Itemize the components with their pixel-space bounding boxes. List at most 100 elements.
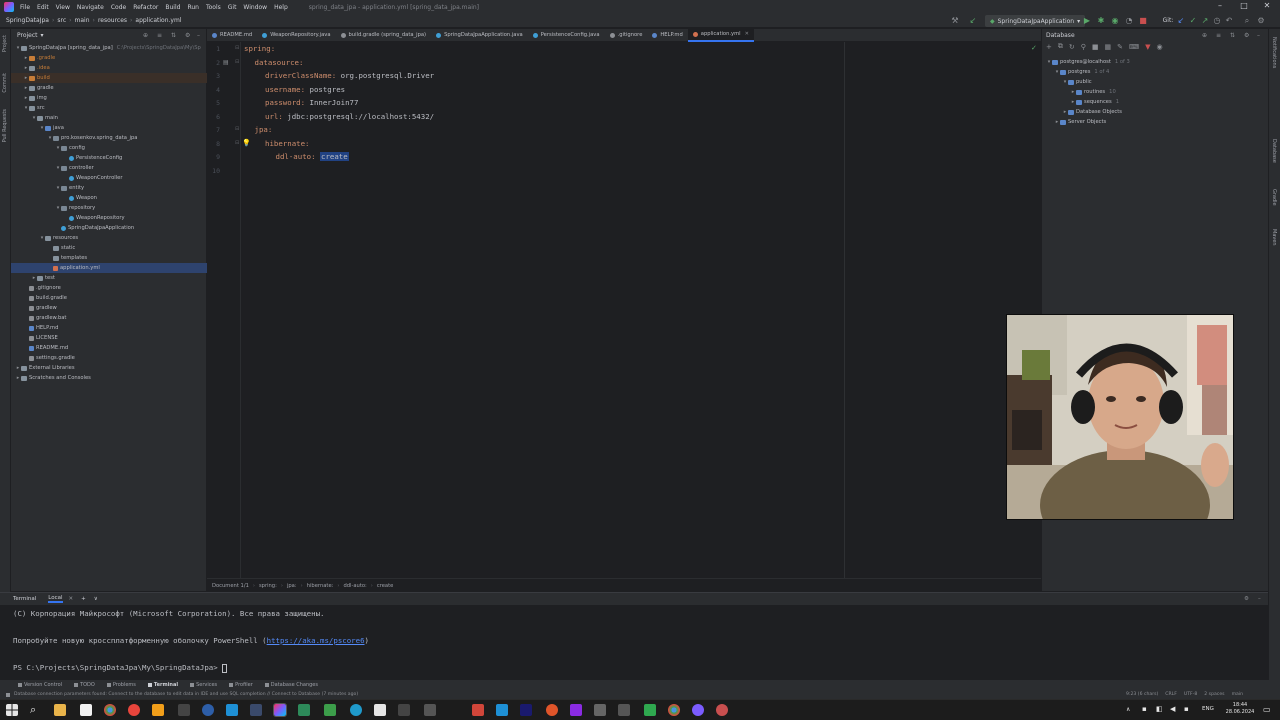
tool-window-version-control[interactable]: Version Control: [18, 682, 62, 688]
close-tab-icon[interactable]: ✕: [745, 31, 749, 37]
tree-item[interactable]: build.gradle: [11, 293, 207, 303]
network-icon[interactable]: ◧: [1156, 705, 1163, 713]
app-icon[interactable]: [298, 704, 310, 716]
tree-item[interactable]: HELP.md: [11, 323, 207, 333]
tree-item[interactable]: ▾ config: [11, 143, 207, 153]
status-item[interactable]: 9:23 (6 chars): [1126, 692, 1158, 697]
code-line[interactable]: hibernate:: [265, 139, 310, 148]
code-line[interactable]: password: InnerJoin77: [265, 98, 358, 107]
editor-tab[interactable]: build.gradle (spring_data_jpa): [336, 29, 432, 42]
editor-tab[interactable]: PersistenceConfig.java: [528, 29, 605, 42]
add-tab-icon[interactable]: +: [81, 596, 86, 602]
breadcrumb-item[interactable]: create: [377, 583, 393, 589]
filter-schema-icon[interactable]: ▼: [1145, 43, 1150, 51]
tree-item[interactable]: README.md: [11, 343, 207, 353]
code-line[interactable]: driverClassName: org.postgresql.Driver: [265, 71, 434, 80]
tool-window-problems[interactable]: Problems: [106, 682, 136, 688]
maximize-icon[interactable]: □: [1233, 1, 1255, 10]
tree-item[interactable]: ▾ entity: [11, 183, 207, 193]
tree-item[interactable]: ▾ pro.kosenkov.spring_data_jpa: [11, 133, 207, 143]
menu-item-build[interactable]: Build: [165, 4, 180, 11]
gear-icon[interactable]: ⚙: [185, 32, 190, 39]
collapse-all-icon[interactable]: ≡: [1216, 32, 1221, 39]
close-icon[interactable]: ✕: [1256, 1, 1278, 10]
commit-tool-tab[interactable]: Commit: [2, 73, 8, 93]
maven-tool-tab[interactable]: Maven: [1271, 229, 1277, 246]
status-item[interactable]: main: [1232, 692, 1243, 697]
back-arrow-icon[interactable]: ↙: [968, 16, 978, 26]
premiere-icon[interactable]: [520, 704, 532, 716]
app-icon[interactable]: [618, 704, 630, 716]
editor-tab[interactable]: WeaponRepository.java: [257, 29, 335, 42]
eye-icon[interactable]: ◉: [1157, 43, 1163, 51]
status-item[interactable]: 2 spaces: [1204, 692, 1224, 697]
code-line[interactable]: jpa:: [255, 125, 273, 134]
telegram-icon[interactable]: [350, 704, 362, 716]
language-indicator[interactable]: ENG: [1202, 706, 1214, 712]
search-icon[interactable]: ⌕: [30, 704, 42, 716]
history-icon[interactable]: ◷: [1212, 16, 1222, 26]
editor-tab[interactable]: HELP.md: [647, 29, 687, 42]
status-item[interactable]: UTF-8: [1184, 692, 1197, 697]
gear-icon[interactable]: ⚙: [1244, 596, 1249, 602]
editor-tab[interactable]: .gitignore: [605, 29, 648, 42]
document-icon[interactable]: [374, 704, 386, 716]
app-icon[interactable]: [324, 704, 336, 716]
code-line[interactable]: spring:: [244, 44, 275, 53]
tree-item[interactable]: PersistenceConfig: [11, 153, 207, 163]
app-icon[interactable]: [570, 704, 582, 716]
tree-item[interactable]: ▸ .gradle: [11, 53, 207, 63]
menu-item-navigate[interactable]: Navigate: [77, 4, 104, 11]
database-panel-title[interactable]: Database: [1046, 32, 1075, 39]
tree-item[interactable]: ▾ repository: [11, 203, 207, 213]
hammer-icon[interactable]: ⚒: [950, 16, 960, 26]
yandex-browser-icon[interactable]: [128, 704, 140, 716]
tree-item[interactable]: ▸ img: [11, 93, 207, 103]
volume-icon[interactable]: ◀: [1170, 705, 1175, 713]
breadcrumb-item[interactable]: Document 1/1: [212, 583, 249, 589]
gradle-tool-tab[interactable]: Gradle: [1271, 189, 1277, 206]
app-icon[interactable]: [250, 704, 262, 716]
menu-item-code[interactable]: Code: [111, 4, 126, 11]
menu-item-refactor[interactable]: Refactor: [133, 4, 158, 11]
db-tree-item[interactable]: ▸ Server Objects: [1042, 117, 1269, 127]
chevron-down-icon[interactable]: ▾: [41, 32, 44, 39]
gear-icon[interactable]: ⚙: [1244, 32, 1249, 39]
windows-start-icon[interactable]: [6, 704, 18, 716]
app-icon[interactable]: [546, 704, 558, 716]
db-tree-item[interactable]: ▸ routines 10: [1042, 87, 1269, 97]
nav-crumb[interactable]: src: [57, 17, 66, 24]
code-editor[interactable]: spring: datasource: driverClassName: org.p…: [241, 42, 1041, 578]
tree-item[interactable]: ▸ .idea: [11, 63, 207, 73]
status-message[interactable]: Database connection parameters found: Co…: [14, 692, 358, 697]
tree-item[interactable]: gradlew.bat: [11, 313, 207, 323]
menu-item-view[interactable]: View: [56, 4, 70, 11]
tree-item[interactable]: ▸ Scratches and Consoles: [11, 373, 207, 383]
inspection-ok-icon[interactable]: ✓: [1031, 44, 1037, 52]
status-item[interactable]: CRLF: [1165, 692, 1177, 697]
tree-item[interactable]: settings.gradle: [11, 353, 207, 363]
settings-icon[interactable]: ⊕: [1202, 32, 1207, 39]
selected-value[interactable]: create: [320, 152, 349, 161]
pdf-icon[interactable]: [472, 704, 484, 716]
tree-item[interactable]: ▾ main: [11, 113, 207, 123]
code-line[interactable]: url: jdbc:postgresql://localhost:5432/: [265, 112, 434, 121]
database-tool-tab[interactable]: Database: [1271, 139, 1277, 163]
vscode-icon[interactable]: [226, 704, 238, 716]
clock[interactable]: 18:44 28.06.2024: [1222, 702, 1258, 716]
tool-window-database-changes[interactable]: Database Changes: [264, 682, 318, 688]
tree-item[interactable]: ▸ gradle: [11, 83, 207, 93]
edit-icon[interactable]: ✎: [1117, 43, 1123, 51]
tool-window-services[interactable]: Services: [190, 682, 217, 688]
project-tool-tab[interactable]: Project: [2, 35, 8, 52]
nav-crumb[interactable]: application.yml: [135, 17, 181, 24]
breadcrumb-item[interactable]: jpa:: [287, 583, 297, 589]
refresh-icon[interactable]: ↻: [1069, 43, 1075, 51]
stop-icon[interactable]: ■: [1138, 16, 1148, 26]
tree-item[interactable]: ▾ resources: [11, 233, 207, 243]
tree-item[interactable]: ▾ src: [11, 103, 207, 113]
menu-item-run[interactable]: Run: [187, 4, 199, 11]
structure-icon[interactable]: ▤: [223, 59, 229, 66]
db-tree-item[interactable]: ▸ Database Objects: [1042, 107, 1269, 117]
console-icon[interactable]: ⌨: [1129, 43, 1139, 51]
